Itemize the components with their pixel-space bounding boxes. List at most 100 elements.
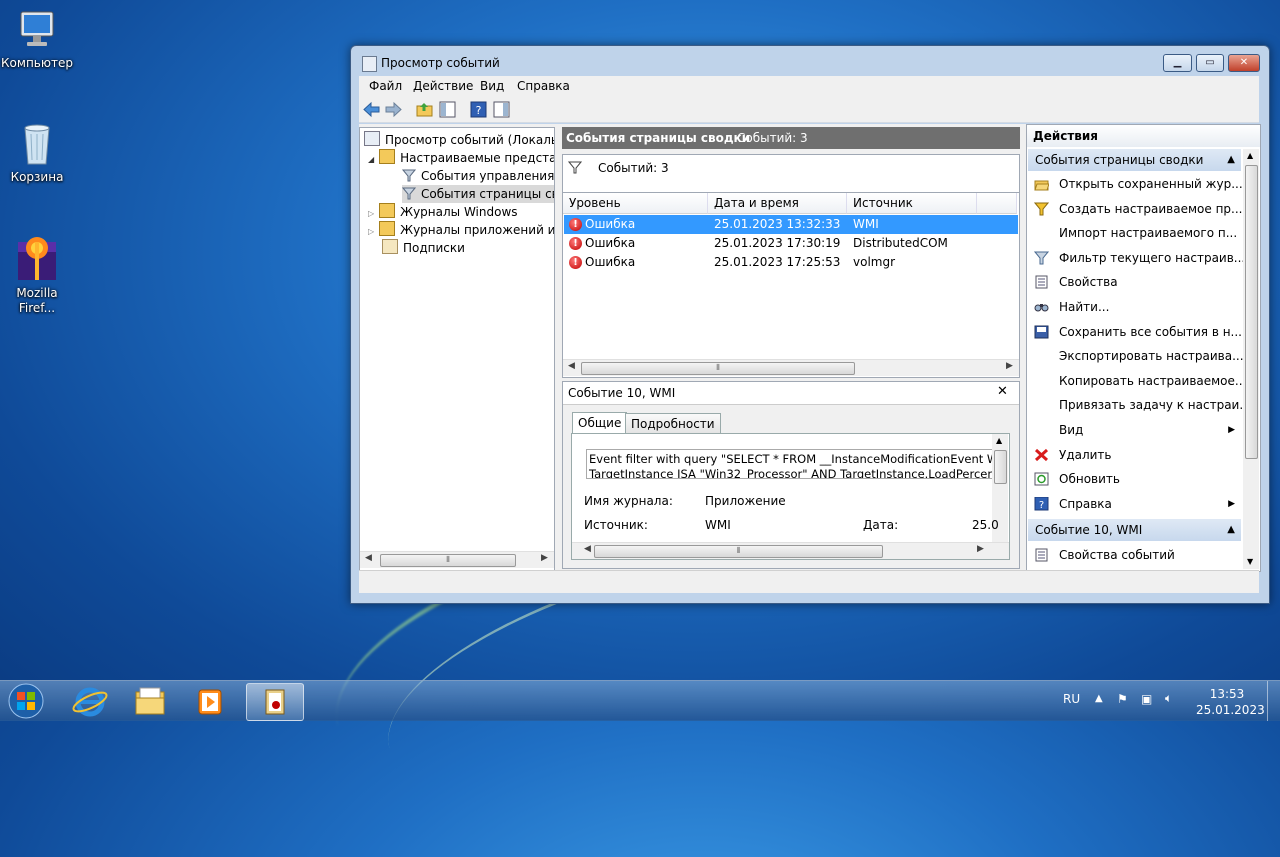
network-icon[interactable]: ▣ [1141, 692, 1152, 706]
start-button-icon[interactable] [6, 682, 46, 720]
desktop-icon-firefox[interactable]: Mozilla Firef... [0, 232, 74, 316]
action-item[interactable]: Вид ▶ [1028, 418, 1241, 442]
action-center-flag-icon[interactable]: ⚑ [1117, 692, 1128, 706]
menu-help[interactable]: Справка [517, 79, 570, 93]
scroll-right-icon[interactable]: ▶ [1006, 361, 1013, 371]
action-item[interactable]: Обновить [1028, 467, 1241, 491]
tree-item-app-logs[interactable]: ▷ Журналы приложений и сл [368, 221, 554, 239]
actions-section-summary[interactable]: События страницы сводки ▲ [1028, 149, 1241, 171]
show-desktop-button[interactable] [1267, 681, 1280, 721]
tree-item-custom-views[interactable]: ◢ Настраиваемые представле [368, 149, 554, 167]
actions-section-event[interactable]: Событие 10, WMI ▲ [1028, 519, 1241, 541]
scroll-thumb[interactable]: ⦀ [581, 362, 855, 375]
action-item[interactable]: Свойства событий [1028, 543, 1241, 567]
desktop-icon-recycle-bin[interactable]: Корзина [0, 120, 74, 184]
collapse-icon[interactable]: ▲ [1227, 519, 1235, 541]
action-item[interactable]: Создать настраиваемое пр... [1028, 197, 1243, 221]
actions-title: Действия [1027, 125, 1260, 147]
scroll-up-icon[interactable]: ▲ [1247, 151, 1253, 160]
action-item-label: Обновить [1059, 472, 1120, 487]
menu-action[interactable]: Действие [413, 79, 473, 93]
desktop-icon-computer[interactable]: Компьютер [0, 8, 74, 70]
table-row[interactable]: ! Ошибка 25.01.2023 13:32:33 WMI [564, 215, 1018, 234]
tree-horizontal-scrollbar[interactable]: ◀ ⦀ ▶ [360, 551, 554, 568]
filter-count: Событий: 3 [598, 161, 669, 175]
show-hidden-icons[interactable]: ▲ [1095, 693, 1103, 704]
actions-pane: Действия События страницы сводки ▲ Откры… [1026, 124, 1261, 572]
scroll-thumb[interactable] [1245, 165, 1258, 459]
expand-arrow-icon[interactable]: ▷ [368, 209, 374, 218]
action-item[interactable]: Найти... [1028, 295, 1241, 319]
action-item[interactable]: Экспортировать настраива... [1028, 344, 1244, 368]
tree-item-label: События управления [421, 169, 555, 183]
show-hide-actions-icon[interactable] [493, 101, 510, 118]
taskbar-event-viewer[interactable] [246, 683, 304, 721]
action-item[interactable]: Привязать задачу к настраи... [1028, 393, 1251, 417]
maximize-button[interactable]: ▭ [1196, 54, 1224, 72]
action-item[interactable]: Удалить [1028, 443, 1241, 467]
action-item[interactable]: Фильтр текущего настраив... [1028, 246, 1245, 270]
scroll-up-icon[interactable]: ▲ [996, 436, 1002, 445]
back-arrow-icon[interactable] [363, 101, 380, 118]
tree-item-windows-logs[interactable]: ▷ Журналы Windows [368, 203, 518, 221]
scroll-thumb[interactable]: ⦀ [380, 554, 516, 567]
forward-arrow-icon[interactable] [385, 101, 402, 118]
volume-icon[interactable]: 🔈︎ [1165, 691, 1172, 706]
action-item[interactable]: Сохранить все события в н... [1028, 320, 1242, 344]
menu-bar: Файл Действие Вид Справка [359, 76, 1259, 96]
table-row[interactable]: ! Ошибка 25.01.2023 17:30:19 Distributed… [564, 234, 1018, 253]
show-hide-tree-icon[interactable] [439, 101, 456, 118]
filter-create-icon [1034, 202, 1049, 216]
scroll-thumb[interactable] [994, 450, 1007, 484]
detail-horizontal-scrollbar[interactable]: ◀ ⦀ ▶ [572, 542, 1009, 559]
taskbar: RU ▲ ⚑ ▣ 🔈︎ 13:53 25.01.2023 [0, 680, 1280, 721]
action-item[interactable]: Импорт настраиваемого п... [1028, 221, 1241, 245]
recycle-bin-icon [15, 120, 59, 166]
actions-section-label: Событие 10, WMI [1035, 523, 1143, 537]
scroll-left-icon[interactable]: ◀ [365, 553, 372, 563]
scroll-right-icon[interactable]: ▶ [977, 544, 984, 554]
tab-general[interactable]: Общие [572, 412, 628, 434]
clock[interactable]: 13:53 25.01.2023 [1196, 686, 1265, 718]
close-icon[interactable]: ✕ [997, 384, 1008, 399]
tree-item-summary-events[interactable]: События страницы свод [402, 185, 554, 203]
tab-details[interactable]: Подробности [625, 413, 721, 434]
menu-view[interactable]: Вид [480, 79, 504, 93]
menu-file[interactable]: Файл [369, 79, 402, 93]
up-folder-icon[interactable] [416, 101, 433, 118]
action-item[interactable]: Свойства [1028, 270, 1241, 294]
title-bar[interactable]: Просмотр событий ▁ ▭ ✕ [351, 46, 1269, 76]
media-player-icon[interactable] [182, 684, 238, 720]
actions-vertical-scrollbar[interactable]: ▲ ▼ [1243, 149, 1259, 569]
submenu-arrow-icon: ▶ [1228, 425, 1235, 435]
explorer-folder-icon[interactable] [122, 684, 178, 720]
desktop-icon-label: Корзина [10, 170, 64, 184]
scroll-down-icon[interactable]: ▼ [1247, 557, 1253, 566]
expand-arrow-icon[interactable]: ◢ [368, 155, 374, 164]
tree-item-subscriptions[interactable]: Подписки [382, 239, 465, 257]
minimize-button[interactable]: ▁ [1163, 54, 1192, 72]
error-icon: ! [569, 237, 582, 250]
scroll-left-icon[interactable]: ◀ [584, 544, 591, 554]
expand-arrow-icon[interactable]: ▷ [368, 227, 374, 236]
scroll-right-icon[interactable]: ▶ [541, 553, 548, 563]
column-header-level[interactable]: Уровень [563, 193, 708, 214]
internet-explorer-icon[interactable] [62, 684, 118, 720]
action-item-label: Найти... [1059, 300, 1110, 314]
column-header-datetime[interactable]: Дата и время [708, 193, 847, 214]
collapse-icon[interactable]: ▲ [1227, 149, 1235, 171]
language-indicator[interactable]: RU [1063, 692, 1080, 706]
scroll-thumb[interactable]: ⦀ [594, 545, 883, 558]
events-horizontal-scrollbar[interactable]: ◀ ⦀ ▶ [563, 359, 1019, 376]
table-row[interactable]: ! Ошибка 25.01.2023 17:25:53 volmgr [564, 253, 1018, 272]
close-button[interactable]: ✕ [1228, 54, 1260, 72]
action-item[interactable]: Копировать настраиваемое... [1028, 369, 1246, 393]
tree-item-root[interactable]: Просмотр событий (Локальны [364, 131, 554, 149]
action-item[interactable]: Открыть сохраненный жур... [1028, 172, 1243, 196]
scroll-left-icon[interactable]: ◀ [568, 361, 575, 371]
column-header-source[interactable]: Источник [847, 193, 977, 214]
help-icon[interactable]: ? [470, 101, 487, 118]
tree-item-admin-events[interactable]: События управления [402, 167, 554, 185]
event-description-box[interactable]: Event filter with query "SELECT * FROM _… [586, 449, 995, 479]
action-item[interactable]: ? Справка ▶ [1028, 492, 1241, 516]
